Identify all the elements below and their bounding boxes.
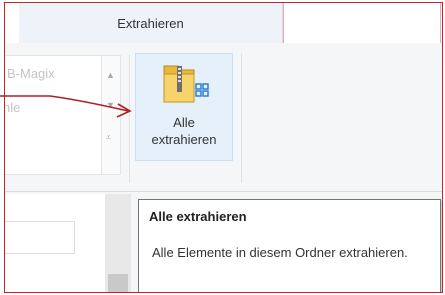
extract-all-label-line1: Alle [173, 115, 195, 130]
scroll-down-icon[interactable]: ▼ [106, 100, 115, 110]
pane-scrollbar[interactable] [105, 194, 131, 292]
zip-folder-extract-icon [163, 65, 209, 103]
ribbon-bottom-border [5, 191, 442, 192]
screenshot-frame: Extrahieren B-Magix nle ▲ ▼ ⩡ Alle extra… [4, 2, 443, 293]
tooltip: Alle extrahieren Alle Elemente in diesem… [138, 199, 441, 292]
tooltip-description: Alle Elemente in diesem Ordner extrahier… [152, 245, 408, 260]
tab-extrahieren-label: Extrahieren [117, 15, 184, 31]
tooltip-title: Alle extrahieren [149, 209, 247, 224]
scrollbar-thumb[interactable] [108, 274, 128, 292]
gallery-item[interactable]: nle [5, 100, 20, 115]
group-divider [241, 53, 242, 183]
tab-extrahieren[interactable]: Extrahieren [19, 3, 283, 43]
gallery-scrollbar[interactable]: ▲ ▼ ⩡ [101, 56, 120, 174]
scroll-up-icon[interactable]: ▲ [106, 70, 115, 80]
ribbon-tab-strip: Extrahieren [5, 3, 442, 44]
gallery-item[interactable]: B-Magix [7, 66, 55, 81]
gallery-more-icon[interactable]: ⩡ [106, 132, 111, 143]
extract-all-button[interactable]: Alle extrahieren [135, 53, 233, 161]
nav-input-box[interactable] [5, 221, 75, 254]
extract-all-label-line2: extrahieren [151, 132, 217, 147]
tab-highlight-box [283, 3, 441, 44]
extract-all-label: Alle extrahieren [136, 114, 232, 148]
group-divider [129, 55, 130, 183]
ribbon-panel: B-Magix nle ▲ ▼ ⩡ Alle extrahieren [5, 43, 442, 193]
ribbon-gallery[interactable]: B-Magix nle ▲ ▼ ⩡ [5, 55, 121, 175]
